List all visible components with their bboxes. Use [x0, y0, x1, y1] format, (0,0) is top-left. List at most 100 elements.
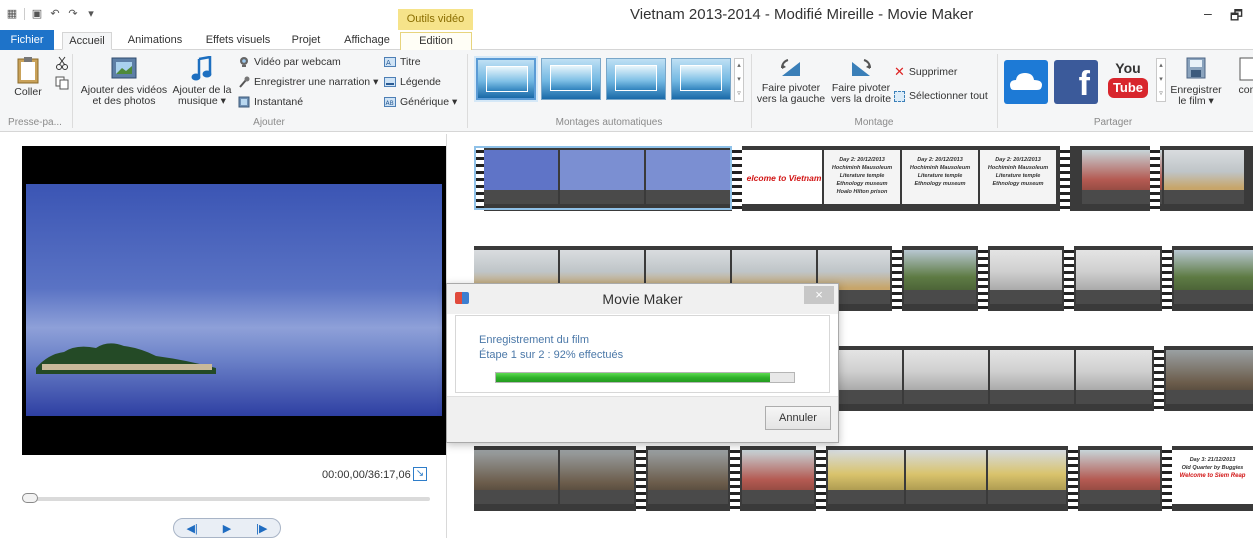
onedrive-button[interactable]: [1004, 60, 1048, 104]
automovie-theme-1[interactable]: [476, 58, 536, 100]
copy-icon[interactable]: [55, 76, 69, 90]
storyboard-clip[interactable]: [988, 450, 1066, 504]
film-sprocket: [1150, 146, 1160, 211]
day2-line: Ethnology museum: [836, 181, 888, 187]
undo-icon[interactable]: ↶: [49, 8, 61, 20]
sign-in-button[interactable]: con: [1232, 56, 1253, 96]
title-card-clip[interactable]: Day 3: 21/12/2013 Old Quarter by Buggies…: [1172, 450, 1253, 504]
tab-edition[interactable]: Edition: [400, 32, 472, 50]
storyboard-clip[interactable]: [1164, 150, 1244, 204]
storyboard-clip[interactable]: [1080, 450, 1160, 504]
paste-button[interactable]: Coller: [6, 56, 50, 98]
automovie-theme-3[interactable]: [606, 58, 666, 100]
record-narration-button[interactable]: Enregistrer une narration ▾: [238, 76, 378, 88]
add-music-button[interactable]: Ajouter de la musique ▾: [170, 56, 234, 107]
audio-waveform: [990, 290, 1062, 304]
youtube-button[interactable]: You Tube: [1104, 60, 1152, 104]
storyboard-clip[interactable]: [742, 450, 814, 504]
day2-card-text: Day 2: 20/12/2013 Hochiminh Mausoleum Li…: [824, 156, 900, 196]
redo-icon[interactable]: ↷: [67, 8, 79, 20]
share-scroll-arrows[interactable]: ▴ ▾ ▿: [1156, 58, 1166, 102]
storyboard-clip[interactable]: [1076, 350, 1152, 404]
title-button[interactable]: A Titre: [384, 56, 421, 68]
save-icon[interactable]: ▣: [31, 8, 43, 20]
title-card-clip[interactable]: Day 2: 20/12/2013 Hochiminh Mausoleum Li…: [824, 150, 900, 204]
storyboard-clip[interactable]: [904, 350, 988, 404]
seek-bar[interactable]: [30, 497, 430, 501]
storyboard-clip[interactable]: [906, 450, 986, 504]
title-card-clip[interactable]: Day 2: 20/12/2013 Hochiminh Mausoleum Li…: [902, 150, 978, 204]
storyboard-clip[interactable]: [904, 250, 976, 304]
cancel-button[interactable]: Annuler: [765, 406, 831, 430]
ribbon: Coller Presse-pa... Ajouter des vidéos e…: [0, 50, 1253, 132]
film-sprocket: [636, 446, 646, 511]
theme-preview: [486, 66, 528, 92]
automovie-theme-4[interactable]: [671, 58, 731, 100]
film-sprocket: [1060, 146, 1070, 211]
restore-button[interactable]: 🗗: [1230, 5, 1243, 29]
day2-card-text: Day 2: 20/12/2013 Hochiminh Mausoleum Li…: [902, 156, 978, 188]
seek-thumb[interactable]: [22, 493, 38, 503]
storyboard-clip[interactable]: [474, 450, 558, 504]
film-sprocket: [816, 446, 826, 511]
storyboard-clip[interactable]: [828, 450, 904, 504]
storyboard-clip[interactable]: [990, 350, 1074, 404]
credits-button[interactable]: AB Générique ▾: [384, 96, 457, 108]
cloud-icon: [1010, 73, 1042, 90]
tab-effets-visuels[interactable]: Effets visuels: [200, 32, 276, 50]
audio-waveform: [988, 490, 1066, 504]
add-videos-photos-button[interactable]: Ajouter des vidéos et des photos: [78, 56, 170, 107]
next-frame-button[interactable]: |▶: [256, 522, 267, 535]
storyboard-clip[interactable]: [560, 450, 634, 504]
selected-clip-outline: [474, 146, 732, 210]
add-videos-label-2: et des photos: [92, 95, 156, 107]
play-button[interactable]: ▶: [223, 522, 231, 535]
select-all-button[interactable]: Sélectionner tout: [894, 90, 988, 102]
dialog-close-button[interactable]: ×: [804, 286, 834, 304]
customize-qat-icon[interactable]: ▾: [85, 8, 97, 20]
audio-waveform: [1166, 390, 1253, 404]
movie-maker-window: ▦ ▣ ↶ ↷ ▾ Outils vidéo Vietnam 2013-2014…: [0, 0, 1253, 538]
title-bar: ▦ ▣ ↶ ↷ ▾ Outils vidéo Vietnam 2013-2014…: [0, 0, 1253, 30]
tab-affichage[interactable]: Affichage: [336, 32, 398, 50]
app-menu-icon[interactable]: ▦: [6, 8, 18, 20]
delete-button[interactable]: ✕ Supprimer: [894, 64, 957, 80]
storyboard-clip[interactable]: [1166, 350, 1253, 404]
themes-scroll-arrows[interactable]: ▴ ▾ ▿: [734, 58, 744, 102]
video-preview[interactable]: [22, 146, 446, 455]
previous-frame-button[interactable]: ◀|: [186, 522, 197, 535]
storyboard-clip[interactable]: [1076, 250, 1160, 304]
day2-line: Day 2: 20/12/2013: [839, 157, 885, 163]
day2-line: Literature temple: [839, 173, 885, 179]
ribbon-separator: [997, 54, 998, 128]
title-card-clip[interactable]: elcome to Vietnam: [742, 150, 822, 204]
tab-accueil[interactable]: Accueil: [62, 32, 112, 50]
ribbon-separator: [72, 54, 73, 128]
webcam-video-button[interactable]: Vidéo par webcam: [238, 56, 341, 68]
theme-preview: [680, 65, 722, 91]
snapshot-button[interactable]: Instantané: [238, 96, 303, 108]
audio-waveform: [1076, 290, 1160, 304]
fullscreen-icon[interactable]: ↘: [413, 467, 427, 481]
rotate-left-button[interactable]: Faire pivoter vers la gauche: [756, 56, 826, 105]
save-movie-label-2: le film ▾: [1178, 95, 1214, 107]
facebook-button[interactable]: f: [1054, 60, 1098, 104]
storyboard-clip[interactable]: [1174, 250, 1253, 304]
tab-fichier[interactable]: Fichier: [0, 30, 54, 50]
title-card-clip[interactable]: Day 2: 20/12/2013 Hochiminh Mausoleum Li…: [980, 150, 1056, 204]
film-sprocket: [1068, 446, 1078, 511]
film-sprocket: [730, 446, 740, 511]
rotate-right-button[interactable]: Faire pivoter vers la droite: [826, 56, 896, 105]
automovie-theme-2[interactable]: [541, 58, 601, 100]
cut-icon[interactable]: [55, 56, 69, 70]
save-movie-button[interactable]: Enregistrer le film ▾: [1168, 56, 1224, 107]
tab-animations[interactable]: Animations: [120, 32, 190, 50]
storyboard-clip[interactable]: [990, 250, 1062, 304]
minimize-button[interactable]: –: [1204, 5, 1212, 29]
window-title: Vietnam 2013-2014 - Modifié Mireille - M…: [630, 6, 974, 23]
storyboard-clip[interactable]: [648, 450, 728, 504]
tab-projet[interactable]: Projet: [284, 32, 328, 50]
caption-button[interactable]: Légende: [384, 76, 441, 88]
snapshot-label: Instantané: [254, 96, 304, 108]
credits-label: Générique ▾: [400, 96, 458, 108]
